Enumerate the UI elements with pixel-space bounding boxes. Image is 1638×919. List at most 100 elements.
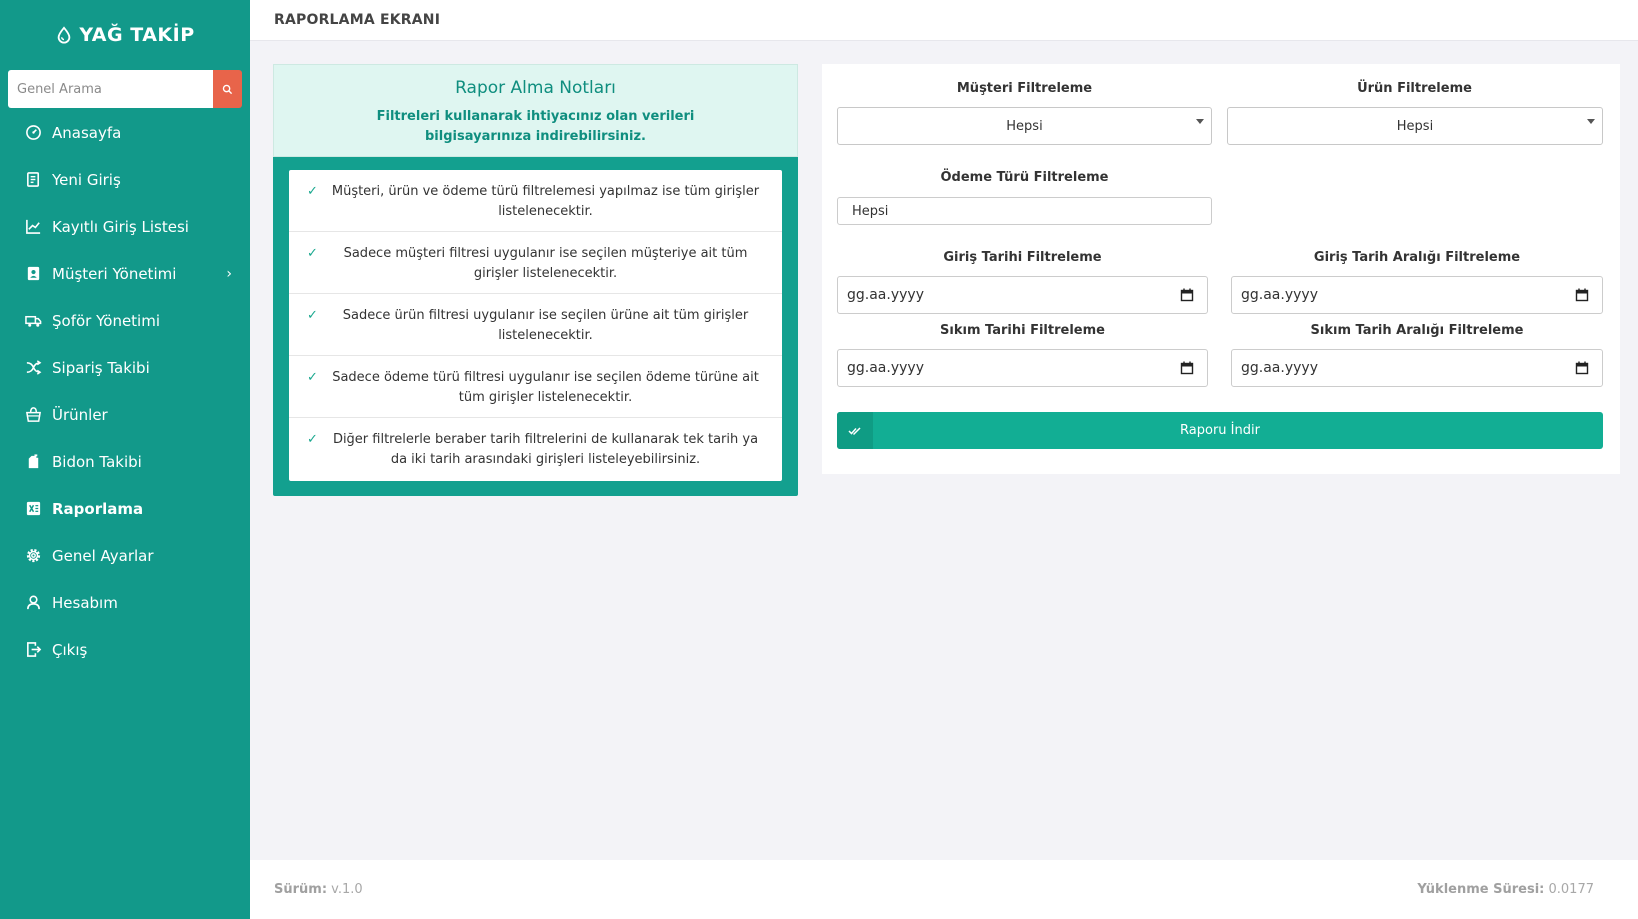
contact-book-icon <box>24 265 42 283</box>
entry-date-input[interactable]: gg.aa.yyyy <box>837 276 1208 314</box>
payment-filter-input[interactable]: Hepsi <box>837 197 1212 225</box>
excel-icon <box>24 500 42 518</box>
list-item: ✓ Sadece müşteri filtresi uygulanır ise … <box>289 232 782 294</box>
gear-icon <box>24 547 42 565</box>
check-icon: ✓ <box>307 432 318 447</box>
sidebar-item-urunler[interactable]: Ürünler <box>0 391 250 438</box>
version-info: Sürüm: v.1.0 <box>274 882 363 897</box>
sidebar-item-label: Kayıtlı Giriş Listesi <box>52 217 189 236</box>
sidebar-item-label: Müşteri Yönetimi <box>52 264 177 283</box>
press-range-label: Sıkım Tarih Aralığı Filtreleme <box>1310 323 1524 338</box>
entry-range-label: Giriş Tarih Aralığı Filtreleme <box>1313 250 1521 265</box>
load-time-info: Yüklenme Süresi: 0.0177 <box>1417 882 1594 897</box>
sidebar-item-sofor-yonetimi[interactable]: Şoför Yönetimi <box>0 297 250 344</box>
sidebar-item-label: Hesabım <box>52 593 118 612</box>
press-range-placeholder: gg.aa.yyyy <box>1241 360 1318 376</box>
note-text: Sadece müşteri filtresi uygulanır ise se… <box>343 246 748 281</box>
calendar-icon[interactable] <box>1180 361 1194 375</box>
document-icon <box>24 171 42 189</box>
sidebar-item-label: Genel Ayarlar <box>52 546 154 565</box>
load-time-label: Yüklenme Süresi: <box>1417 882 1545 897</box>
list-item: ✓ Müşteri, ürün ve ödeme türü filtreleme… <box>289 170 782 232</box>
check-icon: ✓ <box>307 184 318 199</box>
sidebar-item-yeni-giris[interactable]: Yeni Giriş <box>0 156 250 203</box>
chevron-right-icon: › <box>226 265 232 282</box>
check-icon: ✓ <box>307 370 318 385</box>
double-check-icon <box>837 412 873 449</box>
calendar-icon[interactable] <box>1575 288 1589 302</box>
calendar-icon[interactable] <box>1180 288 1194 302</box>
report-notes-card: Rapor Alma Notları Filtreleri kullanarak… <box>273 64 798 496</box>
drop-icon <box>58 26 71 44</box>
brand-name: YAĞ TAKİP <box>79 24 195 46</box>
report-filters-card: Müşteri Filtreleme Hepsi Ürün Filtreleme… <box>822 64 1620 474</box>
search-button[interactable] <box>213 70 242 108</box>
sidebar-item-musteri-yonetimi[interactable]: Müşteri Yönetimi › <box>0 250 250 297</box>
note-text: Sadece ürün filtresi uygulanır ise seçil… <box>342 308 749 343</box>
note-text: Diğer filtrelerle beraber tarih filtrele… <box>332 432 759 467</box>
sidebar-item-bidon-takibi[interactable]: Bidon Takibi <box>0 438 250 485</box>
notes-header: Rapor Alma Notları Filtreleri kullanarak… <box>273 64 798 157</box>
customer-filter-label: Müşteri Filtreleme <box>956 81 1093 96</box>
sidebar-item-anasayfa[interactable]: Anasayfa <box>0 109 250 156</box>
truck-icon <box>24 312 42 330</box>
entry-date-placeholder: gg.aa.yyyy <box>847 287 924 303</box>
notes-subtitle: Filtreleri kullanarak ihtiyacınız olan v… <box>376 109 695 144</box>
check-icon: ✓ <box>307 246 318 261</box>
sidebar-item-label: Çıkış <box>52 640 88 659</box>
customer-filter-value: Hepsi <box>1006 118 1043 134</box>
sidebar-item-cikis[interactable]: Çıkış <box>0 626 250 673</box>
product-filter-value: Hepsi <box>1396 118 1434 134</box>
entry-range-placeholder: gg.aa.yyyy <box>1241 287 1318 303</box>
version-label: Sürüm: <box>274 882 328 897</box>
entry-date-label: Giriş Tarihi Filtreleme <box>943 250 1102 265</box>
sidebar-item-label: Raporlama <box>52 499 144 518</box>
sidebar-item-hesabim[interactable]: Hesabım <box>0 579 250 626</box>
topbar: RAPORLAMA EKRANI <box>250 0 1638 41</box>
sidebar-item-label: Şoför Yönetimi <box>52 311 161 330</box>
sidebar-item-genel-ayarlar[interactable]: Genel Ayarlar <box>0 532 250 579</box>
press-date-input[interactable]: gg.aa.yyyy <box>837 349 1208 387</box>
sidebar-item-siparis-takibi[interactable]: Sipariş Takibi <box>0 344 250 391</box>
shuffle-icon <box>24 359 42 377</box>
sidebar-item-label: Ürünler <box>52 405 108 424</box>
list-item: ✓ Sadece ürün filtresi uygulanır ise seç… <box>289 294 782 356</box>
chart-line-icon <box>24 218 42 236</box>
caret-down-icon <box>1196 119 1204 124</box>
notes-list: ✓ Müşteri, ürün ve ödeme türü filtreleme… <box>289 170 782 481</box>
sidebar-item-kayitli-giris-listesi[interactable]: Kayıtlı Giriş Listesi <box>0 203 250 250</box>
entry-range-input[interactable]: gg.aa.yyyy <box>1231 276 1603 314</box>
sidebar-nav: Anasayfa Yeni Giriş Kayıtlı Giriş Listes… <box>0 109 250 673</box>
logout-icon <box>24 641 42 659</box>
global-search <box>8 70 242 108</box>
canister-icon <box>24 453 42 471</box>
press-range-input[interactable]: gg.aa.yyyy <box>1231 349 1603 387</box>
user-icon <box>24 594 42 612</box>
payment-filter-value: Hepsi <box>852 203 889 219</box>
version-value: v.1.0 <box>331 882 363 897</box>
customer-filter-select[interactable]: Hepsi <box>837 107 1212 145</box>
product-filter-label: Ürün Filtreleme <box>1357 81 1472 96</box>
page-title: RAPORLAMA EKRANI <box>274 12 441 28</box>
list-item: ✓ Sadece ödeme türü filtresi uygulanır i… <box>289 356 782 418</box>
dashboard-icon <box>24 124 42 142</box>
download-report-label: Raporu İndir <box>1180 423 1260 438</box>
load-time-value: 0.0177 <box>1548 882 1595 897</box>
caret-down-icon <box>1587 119 1595 124</box>
download-report-button[interactable]: Raporu İndir <box>837 412 1603 449</box>
sidebar-item-raporlama[interactable]: Raporlama <box>0 485 250 532</box>
search-input[interactable] <box>8 70 213 108</box>
sidebar-item-label: Anasayfa <box>52 123 122 142</box>
calendar-icon[interactable] <box>1575 361 1589 375</box>
note-text: Müşteri, ürün ve ödeme türü filtrelemesi… <box>331 184 760 219</box>
list-item: ✓ Diğer filtrelerle beraber tarih filtre… <box>289 418 782 481</box>
press-date-label: Sıkım Tarihi Filtreleme <box>940 323 1105 338</box>
payment-filter-label: Ödeme Türü Filtreleme <box>940 170 1109 185</box>
notes-title: Rapor Alma Notları <box>455 78 616 98</box>
product-filter-select[interactable]: Hepsi <box>1227 107 1603 145</box>
sidebar-item-label: Bidon Takibi <box>52 452 142 471</box>
sidebar-item-label: Yeni Giriş <box>52 170 121 189</box>
basket-icon <box>24 406 42 424</box>
brand[interactable]: YAĞ TAKİP <box>0 0 250 70</box>
footer: Sürüm: v.1.0 Yüklenme Süresi: 0.0177 <box>250 860 1638 919</box>
